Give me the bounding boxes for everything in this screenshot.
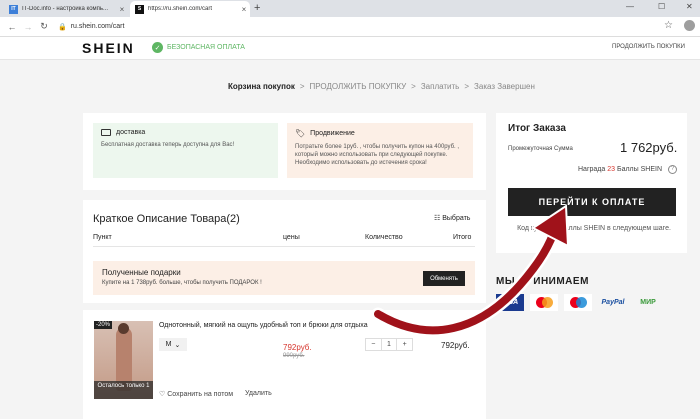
promotion-text: Потратьте более 1руб. , чтобы получить к… [295, 144, 460, 166]
save-for-later-label: Сохранить на потом [167, 391, 234, 398]
payment-methods-title: МЫ ПРИНИМАЕМ [496, 276, 589, 287]
delete-button[interactable]: Удалить [245, 390, 272, 398]
paypal-icon: PayPal [601, 299, 625, 306]
product-actions: ♡ Сохранить на потом Удалить [159, 390, 272, 398]
promotion-title: Продвижение [310, 130, 355, 137]
bookmark-star-icon[interactable]: ☆ [664, 20, 673, 31]
visa-icon: VISA [496, 294, 524, 311]
window-close-icon[interactable]: ✕ [686, 2, 693, 11]
checkout-button[interactable]: ПЕРЕЙТИ К ОПЛАТЕ [508, 188, 676, 216]
mastercard-icon [530, 294, 558, 311]
quantity-value[interactable]: 1 [380, 339, 398, 350]
maximize-icon[interactable]: ☐ [658, 2, 665, 11]
size-value: M [165, 341, 172, 348]
discount-badge: -20% [94, 321, 113, 329]
new-tab-icon[interactable]: + [254, 2, 260, 14]
delivery-text: Бесплатная доставка теперь доступна для … [101, 142, 235, 148]
increase-button[interactable]: + [397, 339, 412, 350]
breadcrumb-pay: Заплатить [420, 82, 460, 91]
subtotal-value: 1 762руб. [620, 140, 678, 155]
browser-nav-bar: ← → ↻ 🔒 ru.shein.com/cart ☆ [0, 17, 700, 37]
delivery-box: доставка Бесплатная доставка теперь дост… [93, 123, 278, 178]
column-total: Итого [453, 234, 472, 241]
shield-icon: ✓ [152, 42, 163, 53]
product-image[interactable]: -20% Осталось только 1 [94, 321, 153, 399]
chevron-right-icon: > [299, 82, 305, 91]
order-summary-panel: Итог Заказа Промежуточная Сумма 1 762руб… [496, 113, 687, 253]
reward-number: 23 [607, 166, 616, 173]
shein-logo[interactable]: SHEIN [82, 40, 135, 56]
product-panel: -20% Осталось только 1 Однотонный, мягки… [83, 310, 486, 419]
forward-icon[interactable]: → [20, 22, 36, 32]
shein-favicon-icon: S [135, 4, 144, 14]
browser-tab-shein[interactable]: S https://ru.shein.com/cart × [130, 1, 250, 17]
product-figure-head [118, 323, 129, 334]
browser-tab-bar: IT IT-Doc.info - настройка компь... × S … [0, 0, 700, 17]
chevron-right-icon: > [411, 82, 416, 91]
maestro-icon [564, 294, 592, 311]
tab-title: https://ru.shein.com/cart [148, 6, 213, 12]
quantity-stepper: − 1 + [365, 338, 413, 351]
help-icon[interactable]: ? [668, 165, 677, 174]
chevron-down-icon: ⌄ [174, 341, 181, 349]
divider [93, 246, 475, 247]
promo-panel: доставка Бесплатная доставка теперь дост… [83, 113, 486, 190]
product-old-price: 990руб. [283, 353, 305, 359]
gift-title: Полученные подарки [102, 268, 181, 277]
breadcrumb-cart: Корзина покупок [228, 82, 295, 91]
minimize-icon[interactable]: — [626, 2, 634, 11]
lock-icon[interactable]: 🔒 [58, 23, 67, 31]
truck-icon [101, 129, 111, 136]
exchange-button[interactable]: Обменять [423, 271, 465, 286]
product-price: 792руб. [283, 343, 312, 352]
reward-points: Награда 23 Баллы SHEIN [578, 166, 662, 173]
size-select[interactable]: M ⌄ [159, 338, 187, 351]
save-for-later-button[interactable]: ♡ Сохранить на потом [159, 390, 233, 398]
tab-title: IT-Doc.info - настройка компь... [22, 6, 109, 12]
payment-methods: VISA PayPal МИР [496, 294, 662, 311]
select-button[interactable]: ☷ Выбрать [434, 214, 470, 222]
chevron-right-icon: > [464, 82, 470, 91]
gift-text: Купите на 1 738руб. больше, чтобы получи… [102, 280, 262, 286]
continue-shopping-link[interactable]: ПРОДОЛЖИТЬ ПОКУПКИ [612, 44, 685, 50]
coupon-note: Код купона и баллы SHEIN в следующем шаг… [517, 225, 671, 232]
stock-note: Осталось только 1 [94, 381, 153, 399]
subtotal-label: Промежуточная Сумма [508, 146, 573, 152]
site-header: SHEIN ✓ БЕЗОПАСНАЯ ОПЛАТА ПРОДОЛЖИТЬ ПОК… [0, 37, 700, 60]
cart-summary-title: Краткое Описание Товара(2) [93, 213, 240, 225]
browser-tab-itdoc[interactable]: IT IT-Doc.info - настройка компь... × [4, 1, 128, 17]
reload-icon[interactable]: ↻ [36, 21, 52, 32]
tag-icon: 🏷 [295, 129, 306, 138]
column-price: цены [283, 234, 300, 241]
column-quantity: Количество [365, 234, 403, 241]
order-summary-title: Итог Заказа [508, 123, 566, 134]
profile-avatar[interactable] [684, 20, 695, 31]
line-total: 792руб. [441, 341, 470, 350]
heart-icon: ♡ [159, 391, 166, 398]
close-icon[interactable]: × [116, 5, 128, 14]
product-name[interactable]: Однотонный, мягкий на ощупь удобный топ … [159, 322, 368, 329]
reward-suffix: Баллы SHEIN [616, 166, 662, 173]
breadcrumb-complete: Заказ Завершен [474, 82, 535, 91]
itdoc-favicon-icon: IT [9, 4, 18, 14]
close-icon[interactable]: × [238, 5, 250, 14]
mir-icon: МИР [640, 299, 656, 306]
delivery-title: доставка [116, 129, 146, 136]
breadcrumb: Корзина покупок > ПРОДОЛЖИТЬ ПОКУПКУ > З… [228, 82, 535, 91]
cart-summary-panel: Краткое Описание Товара(2) ☷ Выбрать Пун… [83, 200, 486, 303]
select-label: Выбрать [442, 215, 471, 222]
column-item: Пункт [93, 234, 112, 241]
address-bar[interactable]: ru.shein.com/cart [71, 23, 125, 30]
gift-banner: Полученные подарки Купите на 1 738руб. б… [93, 261, 475, 295]
promotion-box: 🏷 Продвижение Потратьте более 1руб. , чт… [287, 123, 473, 178]
secure-payment-label: БЕЗОПАСНАЯ ОПЛАТА [167, 44, 245, 51]
reward-prefix: Награда [578, 166, 606, 173]
breadcrumb-continue[interactable]: ПРОДОЛЖИТЬ ПОКУПКУ [310, 82, 407, 91]
back-icon[interactable]: ← [4, 22, 20, 32]
decrease-button[interactable]: − [366, 339, 381, 350]
list-icon: ☷ [434, 215, 441, 222]
